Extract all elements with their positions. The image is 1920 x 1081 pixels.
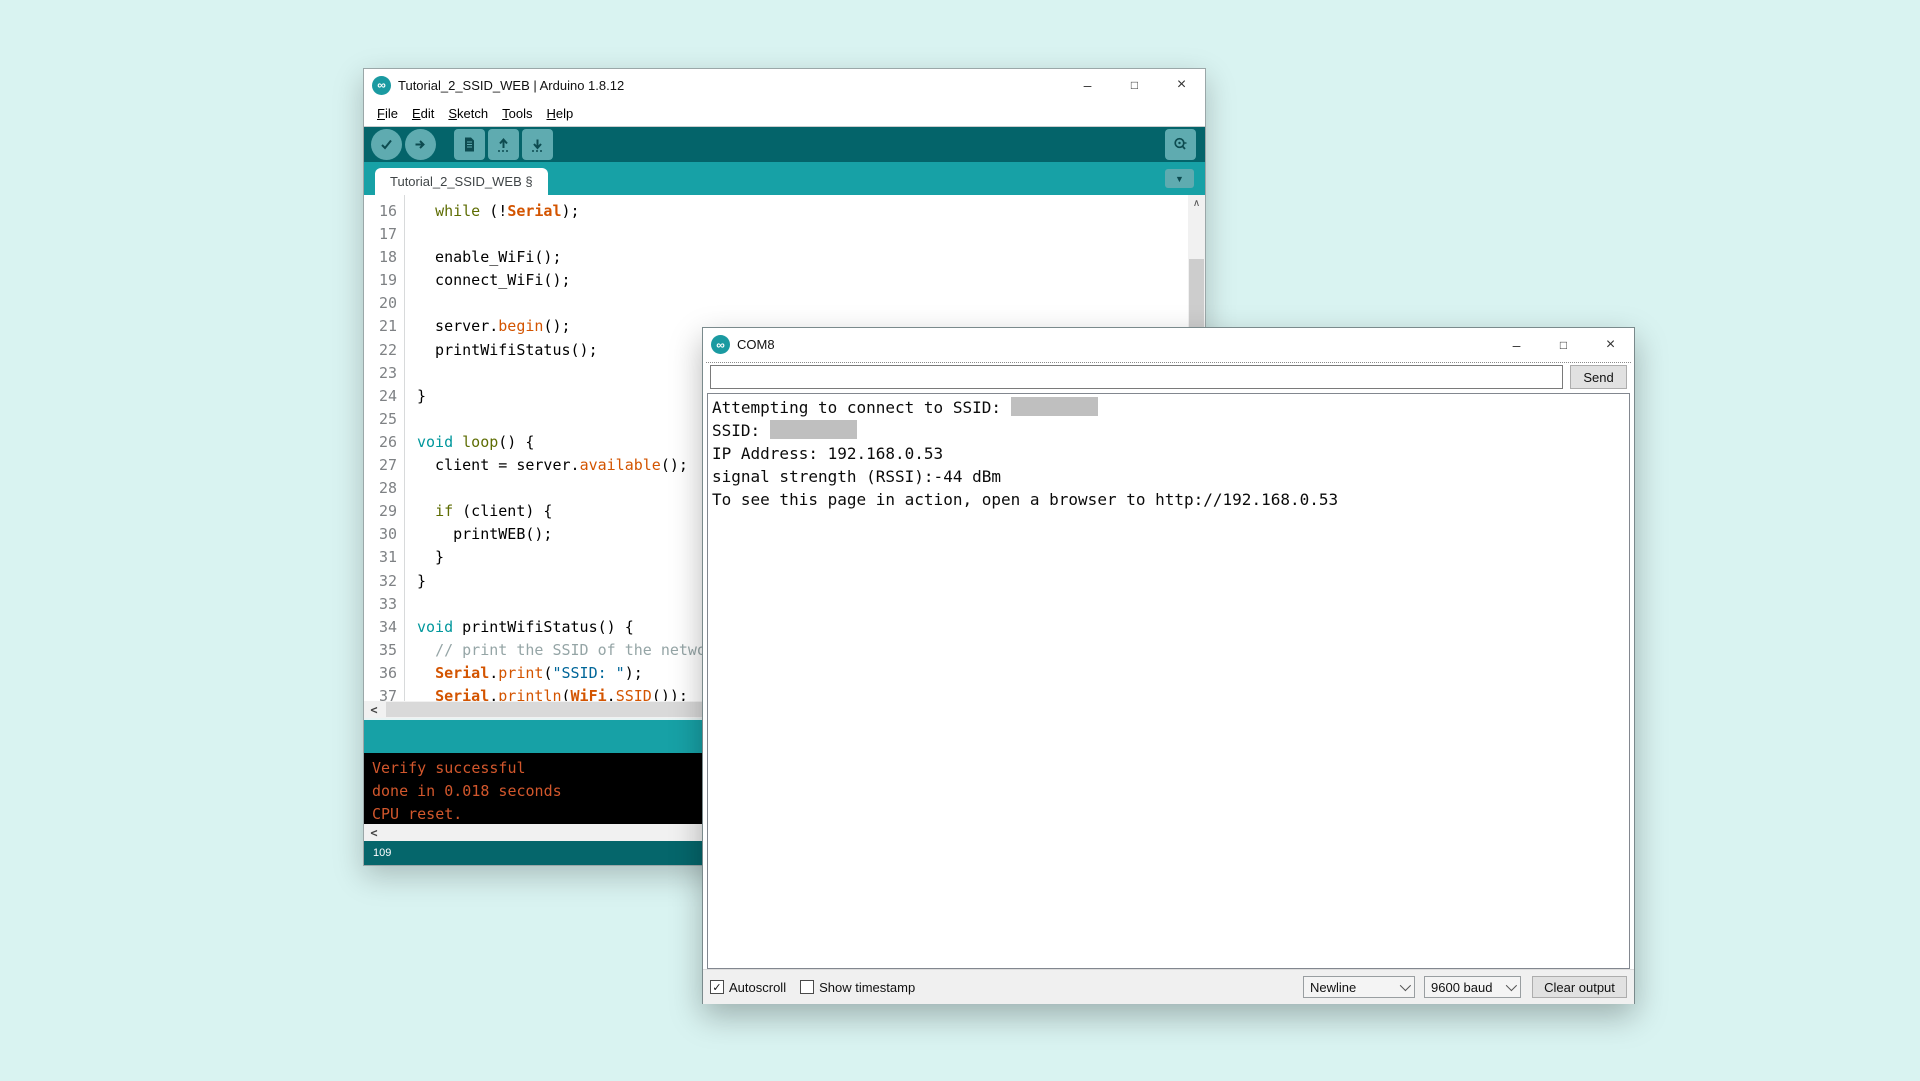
focus-outline	[706, 362, 1631, 363]
show-timestamp-label: Show timestamp	[819, 980, 915, 995]
magnifier-icon	[1172, 136, 1189, 153]
send-button[interactable]: Send	[1570, 365, 1627, 389]
menu-edit[interactable]: Edit	[406, 103, 440, 124]
tab-list-dropdown-button[interactable]: ▼	[1165, 169, 1194, 188]
arrow-down-icon	[529, 136, 546, 153]
serial-window-controls: – □ ×	[1493, 328, 1634, 361]
serial-send-row: Send	[710, 365, 1627, 389]
scroll-up-icon[interactable]: ∧	[1188, 195, 1205, 212]
autoscroll-label: Autoscroll	[729, 980, 786, 995]
baud-rate-value: 9600 baud	[1431, 980, 1492, 995]
line-number: 22	[364, 339, 397, 362]
code-line: connect_WiFi();	[417, 269, 1205, 292]
line-number: 35	[364, 639, 397, 662]
menu-help[interactable]: Help	[540, 103, 579, 124]
check-icon	[378, 136, 395, 153]
line-number: 19	[364, 269, 397, 292]
serial-input[interactable]	[710, 365, 1563, 389]
ide-window-title: Tutorial_2_SSID_WEB | Arduino 1.8.12	[398, 78, 624, 93]
chevron-down-icon	[1400, 980, 1411, 991]
minimize-icon[interactable]: –	[1064, 69, 1111, 101]
serial-body: Send Attempting to connect to SSID: SSID…	[703, 361, 1634, 1004]
cursor-line-indicator: 109	[373, 847, 391, 859]
arrow-up-icon	[495, 136, 512, 153]
arduino-logo-icon: ∞	[711, 335, 730, 354]
chevron-down-icon	[1506, 980, 1517, 991]
menu-tools[interactable]: Tools	[496, 103, 538, 124]
line-number: 30	[364, 523, 397, 546]
redacted-ssid	[770, 420, 857, 439]
line-ending-value: Newline	[1310, 980, 1356, 995]
scroll-left-icon[interactable]: <	[364, 703, 384, 717]
line-number: 26	[364, 431, 397, 454]
serial-monitor-window: ∞ COM8 – □ × Send Attempting to connect …	[702, 327, 1635, 1004]
verify-button[interactable]	[371, 129, 402, 160]
code-line	[417, 223, 1205, 246]
close-icon[interactable]: ×	[1158, 69, 1205, 101]
maximize-icon[interactable]: □	[1540, 328, 1587, 361]
tab-bar: Tutorial_2_SSID_WEB § ▼	[364, 162, 1205, 195]
menu-sketch[interactable]: Sketch	[442, 103, 494, 124]
line-number: 20	[364, 292, 397, 315]
serial-output[interactable]: Attempting to connect to SSID: SSID: IP …	[707, 393, 1630, 969]
baud-rate-select[interactable]: 9600 baud	[1424, 976, 1521, 998]
minimize-icon[interactable]: –	[1493, 328, 1540, 361]
line-number: 36	[364, 662, 397, 685]
line-number: 17	[364, 223, 397, 246]
line-number: 34	[364, 616, 397, 639]
line-number: 25	[364, 408, 397, 431]
show-timestamp-checkbox[interactable]	[800, 980, 814, 994]
serial-output-line: Attempting to connect to SSID:	[712, 396, 1625, 419]
line-ending-select[interactable]: Newline	[1303, 976, 1415, 998]
line-number: 29	[364, 500, 397, 523]
clear-output-button[interactable]: Clear output	[1532, 976, 1627, 998]
upload-button[interactable]	[405, 129, 436, 160]
line-numbers: 1617181920212223242526272829303132333435…	[364, 195, 405, 701]
line-number: 18	[364, 246, 397, 269]
line-number: 33	[364, 593, 397, 616]
line-number: 27	[364, 454, 397, 477]
autoscroll-checkbox[interactable]: ✓	[710, 980, 724, 994]
scroll-left-icon[interactable]: <	[364, 826, 384, 840]
serial-output-line: To see this page in action, open a brows…	[712, 488, 1625, 511]
maximize-icon[interactable]: □	[1111, 69, 1158, 101]
code-line: while (!Serial);	[417, 200, 1205, 223]
serial-output-line: IP Address: 192.168.0.53	[712, 442, 1625, 465]
redacted-ssid	[1011, 397, 1098, 416]
scrollbar-thumb[interactable]	[1189, 259, 1204, 334]
ide-titlebar[interactable]: ∞ Tutorial_2_SSID_WEB | Arduino 1.8.12 –…	[364, 69, 1205, 101]
serial-output-line: signal strength (RSSI):-44 dBm	[712, 465, 1625, 488]
serial-monitor-button[interactable]	[1165, 129, 1196, 160]
serial-window-title: COM8	[737, 337, 775, 352]
line-number: 37	[364, 685, 397, 701]
save-sketch-button[interactable]	[522, 129, 553, 160]
serial-output-line: SSID:	[712, 419, 1625, 442]
ide-toolbar	[364, 127, 1205, 162]
menu-file[interactable]: File	[371, 103, 404, 124]
document-icon	[461, 136, 478, 153]
line-number: 21	[364, 315, 397, 338]
line-number: 24	[364, 385, 397, 408]
line-number: 16	[364, 200, 397, 223]
line-number: 31	[364, 546, 397, 569]
line-number: 23	[364, 362, 397, 385]
arduino-logo-icon: ∞	[372, 76, 391, 95]
line-number: 28	[364, 477, 397, 500]
code-line	[417, 292, 1205, 315]
new-sketch-button[interactable]	[454, 129, 485, 160]
desktop: { "icons": { "infinity": "∞", "minimize"…	[0, 0, 1920, 1081]
line-number: 32	[364, 570, 397, 593]
tab-tutorial-2-ssid-web[interactable]: Tutorial_2_SSID_WEB §	[375, 168, 548, 195]
serial-titlebar[interactable]: ∞ COM8 – □ ×	[703, 328, 1634, 361]
menu-bar: FileEditSketchToolsHelp	[364, 101, 1205, 127]
close-icon[interactable]: ×	[1587, 328, 1634, 361]
arrow-right-icon	[412, 136, 429, 153]
open-sketch-button[interactable]	[488, 129, 519, 160]
ide-window-controls: – □ ×	[1064, 69, 1205, 101]
code-line: enable_WiFi();	[417, 246, 1205, 269]
serial-bottom-bar: ✓ Autoscroll Show timestamp Newline 9600…	[703, 969, 1634, 1004]
